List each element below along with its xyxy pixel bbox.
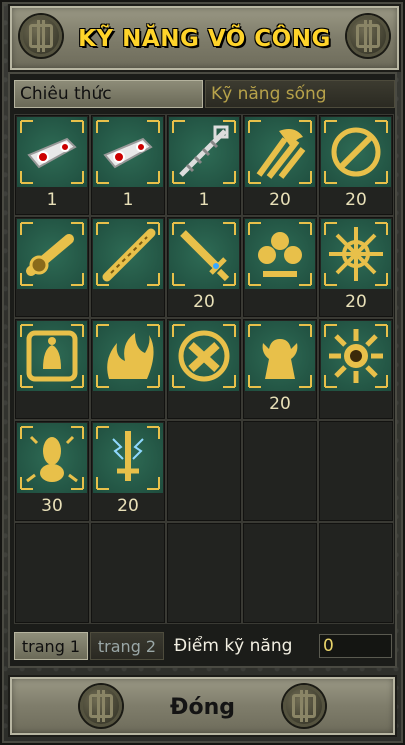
skills-window: KỸ NĂNG VÕ CÔNG Chiêu thức Kỹ năng sống …	[0, 0, 405, 745]
skill-level: 20	[117, 496, 139, 516]
bell-icon[interactable]	[17, 321, 87, 391]
staff-icon[interactable]	[93, 219, 163, 289]
skill-slot[interactable]: 1	[166, 114, 242, 216]
skill-level	[167, 393, 241, 415]
burst-icon[interactable]	[321, 219, 391, 289]
skill-slot	[318, 522, 394, 624]
skill-slot	[318, 420, 394, 522]
skill-slot	[90, 522, 166, 624]
skill-level: 30	[41, 496, 63, 516]
tab-bar: Chiêu thức Kỹ năng sống	[14, 80, 395, 108]
skill-slot	[14, 522, 90, 624]
skill-level	[15, 291, 89, 313]
skill-slot[interactable]	[318, 318, 394, 420]
skill-level: 20	[193, 292, 215, 312]
skill-level	[167, 495, 241, 517]
skill-slot[interactable]: 1	[90, 114, 166, 216]
skill-slot[interactable]: 1	[14, 114, 90, 216]
skill-level	[167, 597, 241, 619]
ornament-coin-icon	[347, 15, 389, 57]
skill-slot[interactable]	[14, 318, 90, 420]
skill-slot[interactable]	[242, 216, 318, 318]
wave-slash-icon[interactable]	[245, 117, 315, 187]
skill-level	[91, 291, 165, 313]
skill-slot[interactable]: 20	[90, 420, 166, 522]
close-button[interactable]: Đóng	[120, 687, 285, 727]
skill-level: 1	[46, 190, 58, 210]
flame-icon[interactable]	[93, 321, 163, 391]
skill-slot	[166, 420, 242, 522]
skill-level	[319, 597, 393, 619]
window-title: KỸ NĂNG VÕ CÔNG	[78, 26, 331, 52]
skill-slot[interactable]: 20	[318, 114, 394, 216]
sun-icon[interactable]	[321, 321, 391, 391]
ornament-coin-icon	[283, 685, 325, 727]
skill-level	[15, 597, 89, 619]
ornament-coin-icon	[20, 15, 62, 57]
skill-slot	[242, 522, 318, 624]
skill-level	[91, 393, 165, 415]
skill-slot[interactable]: 20	[242, 114, 318, 216]
window-footer: Đóng	[8, 675, 397, 737]
skill-slot	[242, 420, 318, 522]
skill-level: 1	[122, 190, 134, 210]
skill-level: 20	[345, 292, 367, 312]
skill-slot[interactable]: 20	[242, 318, 318, 420]
skill-level: 20	[345, 190, 367, 210]
scroll-icon[interactable]	[17, 117, 87, 187]
skill-slot[interactable]	[90, 216, 166, 318]
tab-moves[interactable]: Chiêu thức	[14, 80, 203, 108]
skill-level	[319, 393, 393, 415]
skill-level: 1	[198, 190, 210, 210]
golden-flute-icon[interactable]	[17, 219, 87, 289]
skill-slot[interactable]: 30	[14, 420, 90, 522]
skill-level	[243, 597, 317, 619]
skill-slot[interactable]: 20	[166, 216, 242, 318]
skill-grid: 1 1 1 20 20 20 20 20 30 20	[14, 114, 395, 624]
skill-slot[interactable]	[14, 216, 90, 318]
circle-slash-icon[interactable]	[321, 117, 391, 187]
page-2-button[interactable]: trang 2	[90, 632, 164, 660]
skill-level	[243, 291, 317, 313]
scroll-icon[interactable]	[93, 117, 163, 187]
skill-slot[interactable]: 20	[318, 216, 394, 318]
skill-level	[319, 495, 393, 517]
window-header: KỸ NĂNG VÕ CÔNG	[8, 4, 401, 72]
spirit-icon[interactable]	[17, 423, 87, 493]
skill-level	[243, 495, 317, 517]
skill-points-value: 0	[319, 634, 392, 658]
skill-slot[interactable]	[166, 318, 242, 420]
skill-level: 20	[269, 394, 291, 414]
page-1-button[interactable]: trang 1	[14, 632, 88, 660]
skill-level	[91, 597, 165, 619]
statue-icon[interactable]	[245, 321, 315, 391]
sword-icon[interactable]	[169, 219, 239, 289]
cross-circle-icon[interactable]	[169, 321, 239, 391]
lotus-icon[interactable]	[245, 219, 315, 289]
ornament-coin-icon	[80, 685, 122, 727]
lightning-sword-icon[interactable]	[93, 423, 163, 493]
skill-slot	[166, 522, 242, 624]
skill-level	[15, 393, 89, 415]
skill-points-label: Điểm kỹ năng	[174, 636, 293, 656]
tab-life-skills[interactable]: Kỹ năng sống	[205, 80, 395, 108]
skill-slot[interactable]	[90, 318, 166, 420]
chain-blade-icon[interactable]	[169, 117, 239, 187]
skill-level: 20	[269, 190, 291, 210]
page-bar: trang 1 trang 2 Điểm kỹ năng 0	[14, 630, 395, 662]
skills-panel: Chiêu thức Kỹ năng sống 1 1 1 20 20 20 20 20 30 2…	[8, 72, 397, 668]
